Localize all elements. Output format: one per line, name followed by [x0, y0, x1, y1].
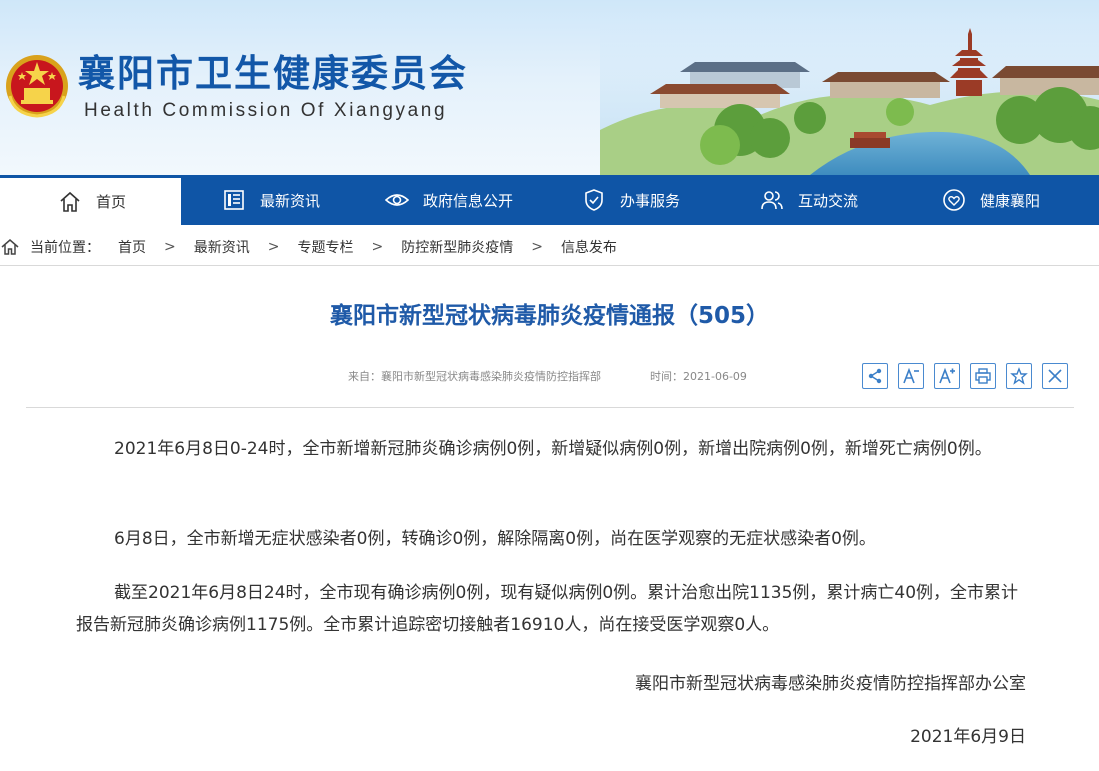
font-increase-button[interactable]: [934, 363, 960, 389]
nav-item-label: 健康襄阳: [980, 191, 1041, 210]
close-icon: [1048, 369, 1062, 383]
article-paragraph: 2021年6月8日0-24时，全市新增新冠肺炎确诊病例0例，新增疑似病例0例，新…: [114, 439, 992, 459]
users-icon: [760, 188, 784, 212]
print-icon: [975, 368, 991, 384]
breadcrumb: 当前位置： 首页 > 最新资讯 > 专题专栏 > 防控新型肺炎疫情 > 信息发布: [0, 232, 617, 262]
font-decrease-button[interactable]: [898, 363, 924, 389]
article-time: 时间：2021-06-09: [650, 370, 747, 383]
divider: [0, 265, 1099, 266]
home-icon: [58, 190, 82, 214]
breadcrumb-prefix: 当前位置：: [30, 240, 100, 256]
news-icon: [222, 188, 246, 212]
breadcrumb-separator: >: [164, 239, 176, 255]
divider: [26, 407, 1074, 408]
font-decrease-icon: [903, 367, 919, 384]
article-toolbar: [862, 363, 1078, 389]
breadcrumb-link-epidemic[interactable]: 防控新型肺炎疫情: [401, 237, 513, 257]
favorite-button[interactable]: [1006, 363, 1032, 389]
nav-item-news[interactable]: 最新资讯: [222, 175, 320, 225]
share-button[interactable]: [862, 363, 888, 389]
share-icon: [868, 368, 882, 384]
nav-item-label: 政府信息公开: [423, 191, 514, 210]
breadcrumb-separator: >: [531, 239, 543, 255]
nav-item-label: 最新资讯: [260, 191, 321, 210]
nav-item-services[interactable]: 办事服务: [582, 175, 680, 225]
breadcrumb-link-topics[interactable]: 专题专栏: [297, 237, 353, 257]
national-emblem-icon: [4, 52, 70, 120]
site-subtitle: Health Commission Of Xiangyang: [84, 100, 448, 121]
article-signature: 襄阳市新型冠状病毒感染肺炎疫情防控指挥部办公室: [635, 674, 1026, 694]
breadcrumb-separator: >: [371, 239, 384, 255]
nav-item-home[interactable]: 首页: [0, 175, 181, 225]
shield-icon: [582, 188, 606, 212]
nav-item-label: 首页: [96, 193, 127, 211]
close-button[interactable]: [1042, 363, 1068, 389]
nav-item-label: 互动交流: [798, 191, 859, 210]
nav-item-interaction[interactable]: 互动交流: [760, 175, 858, 225]
nav-item-gov-info[interactable]: 政府信息公开: [385, 175, 513, 225]
article-date: 2021年6月9日: [910, 727, 1026, 747]
site-title: 襄阳市卫生健康委员会: [78, 52, 468, 95]
print-button[interactable]: [970, 363, 996, 389]
home-icon: [0, 237, 20, 257]
city-scenery-banner: [600, 20, 1099, 175]
site-header: 襄阳市卫生健康委员会 Health Commission Of Xiangyan…: [0, 0, 1099, 175]
font-increase-icon: [939, 367, 955, 384]
article-paragraph: 6月8日，全市新增无症状感染者0例，转确诊0例，解除隔离0例，尚在医学观察的无症…: [114, 529, 876, 549]
article-source: 来自：襄阳市新型冠状病毒感染肺炎疫情防控指挥部: [348, 370, 601, 383]
breadcrumb-link-home[interactable]: 首页: [118, 237, 146, 257]
main-nav: 首页 最新资讯 政府信息公开 办事服务 互动交流 健康襄阳: [0, 175, 1099, 225]
article-title: 襄阳市新型冠状病毒肺炎疫情通报（505）: [329, 303, 769, 329]
breadcrumb-separator: >: [267, 239, 280, 255]
nav-item-label: 办事服务: [620, 191, 681, 210]
breadcrumb-link-releases[interactable]: 信息发布: [561, 237, 617, 257]
breadcrumb-link-news[interactable]: 最新资讯: [194, 237, 250, 257]
favorite-icon: [1010, 367, 1028, 385]
nav-item-healthy-xiangyang[interactable]: 健康襄阳: [942, 175, 1040, 225]
heart-icon: [942, 188, 966, 212]
eye-icon: [385, 188, 409, 212]
article-paragraph: 截至2021年6月8日24时，全市现有确诊病例0例，现有疑似病例0例。累计治愈出…: [76, 583, 1019, 635]
